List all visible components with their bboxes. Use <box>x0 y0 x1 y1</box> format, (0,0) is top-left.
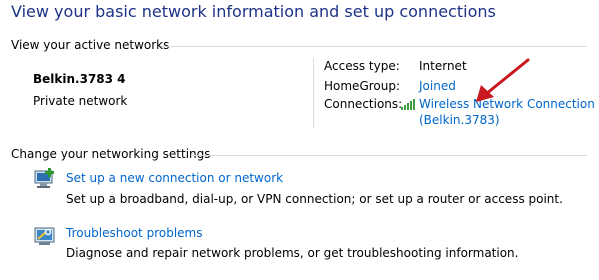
homegroup-label: HomeGroup: <box>324 79 401 93</box>
wifi-signal-icon <box>401 99 415 110</box>
wireless-connection-network-link[interactable]: (Belkin.3783) <box>419 113 500 127</box>
active-networks-title: View your active networks <box>11 38 170 52</box>
setup-connection-link[interactable]: Set up a new connection or network <box>66 171 283 185</box>
vertical-divider <box>313 58 314 128</box>
homegroup-link[interactable]: Joined <box>419 79 456 93</box>
network-name: Belkin.3783 4 <box>33 72 126 86</box>
section-divider <box>191 155 587 156</box>
troubleshoot-icon <box>34 227 55 245</box>
section-divider <box>161 46 587 47</box>
access-type-value: Internet <box>419 59 467 73</box>
troubleshoot-link[interactable]: Troubleshoot problems <box>66 226 202 240</box>
change-settings-title: Change your networking settings <box>11 147 211 161</box>
annotation-arrow-icon <box>476 58 530 102</box>
access-type-label: Access type: <box>324 59 400 73</box>
troubleshoot-description: Diagnose and repair network problems, or… <box>66 246 519 260</box>
network-type: Private network <box>33 94 128 108</box>
page-title: View your basic network information and … <box>11 2 496 21</box>
setup-connection-description: Set up a broadband, dial-up, or VPN conn… <box>66 192 563 206</box>
new-connection-icon <box>34 168 54 188</box>
connections-label: Connections: <box>324 97 403 111</box>
